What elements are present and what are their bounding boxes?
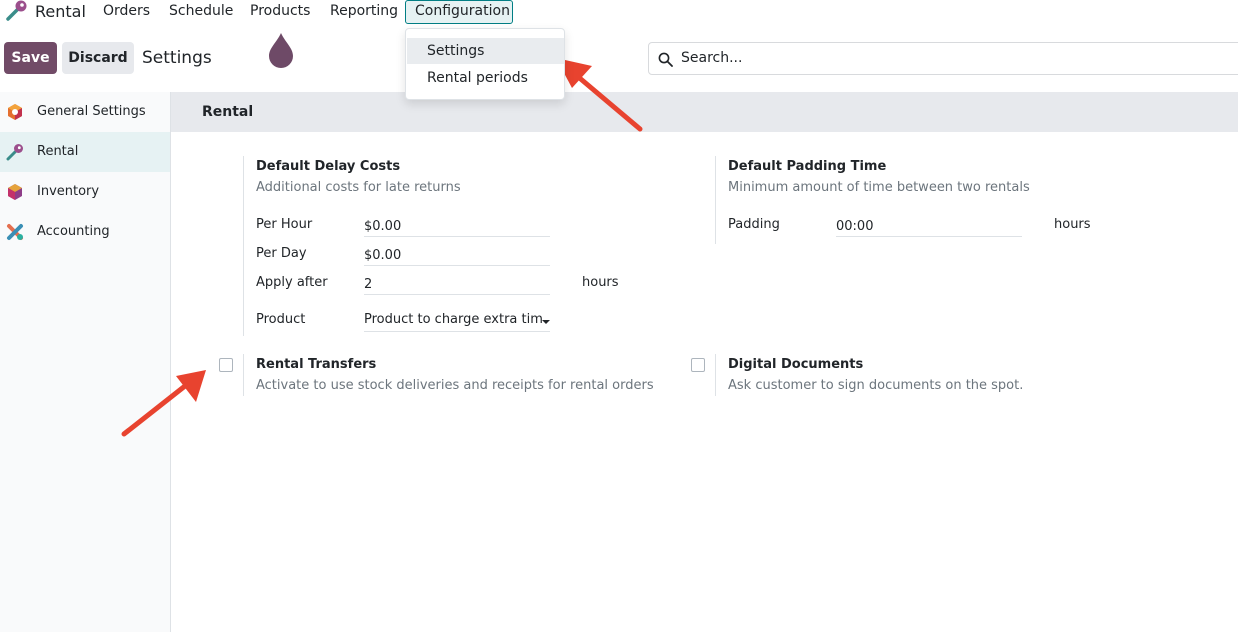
sidebar-item-accounting[interactable]: Accounting	[0, 212, 170, 252]
menu-configuration[interactable]: Configuration	[405, 0, 513, 24]
apply-after-field[interactable]	[364, 273, 550, 295]
menu-products[interactable]: Products	[250, 3, 310, 19]
digital-documents-title: Digital Documents	[728, 357, 864, 372]
padding-unit: hours	[1054, 217, 1091, 232]
rental-transfers-checkbox[interactable]	[219, 358, 233, 372]
product-label: Product	[256, 312, 306, 327]
section-header: Rental	[171, 92, 1238, 132]
rental-key-icon	[6, 144, 23, 161]
rental-transfers-title: Rental Transfers	[256, 357, 377, 372]
dropdown-item-settings[interactable]: Settings	[407, 38, 564, 64]
search-bar[interactable]	[648, 42, 1238, 75]
per-hour-field[interactable]	[364, 215, 550, 237]
sidebar-item-label: General Settings	[37, 104, 146, 119]
per-day-label: Per Day	[256, 246, 307, 261]
app-name[interactable]: Rental	[35, 2, 86, 21]
per-day-field[interactable]	[364, 244, 550, 266]
divider	[715, 354, 716, 396]
rental-key-icon[interactable]	[4, 0, 28, 22]
product-select[interactable]: Product to charge extra tim	[364, 310, 550, 332]
sidebar-item-label: Accounting	[37, 224, 110, 239]
digital-documents-description: Ask customer to sign documents on the sp…	[728, 378, 1024, 393]
sidebar-item-general-settings[interactable]: General Settings	[0, 92, 170, 132]
sidebar-item-rental[interactable]: Rental	[0, 132, 170, 172]
padding-label: Padding	[728, 217, 780, 232]
sidebar-item-label: Inventory	[37, 184, 100, 199]
sidebar-item-inventory[interactable]: Inventory	[0, 172, 170, 212]
save-button[interactable]: Save	[4, 42, 57, 74]
discard-button[interactable]: Discard	[62, 42, 134, 74]
chevron-down-icon	[542, 320, 550, 324]
delay-costs-description: Additional costs for late returns	[256, 180, 461, 195]
apply-after-unit: hours	[582, 275, 619, 290]
settings-sidebar: General Settings Rental Inventory Accoun…	[0, 92, 171, 632]
divider	[715, 156, 716, 244]
digital-documents-checkbox[interactable]	[691, 358, 705, 372]
section-title: Rental	[202, 104, 254, 120]
search-icon	[658, 52, 673, 67]
padding-field[interactable]	[836, 215, 1022, 237]
search-input[interactable]	[681, 50, 1081, 66]
menu-schedule[interactable]: Schedule	[169, 3, 233, 19]
odoo-drop-icon	[269, 33, 293, 68]
per-hour-label: Per Hour	[256, 217, 313, 232]
menu-orders[interactable]: Orders	[103, 3, 150, 19]
delay-costs-title: Default Delay Costs	[256, 159, 401, 174]
divider	[243, 354, 244, 396]
sidebar-item-label: Rental	[37, 144, 79, 159]
odoo-settings-icon	[8, 104, 22, 120]
padding-time-description: Minimum amount of time between two renta…	[728, 180, 1030, 195]
apply-after-label: Apply after	[256, 275, 328, 290]
top-navbar: Rental Orders Schedule Products Reportin…	[0, 0, 1238, 24]
page-title: Settings	[142, 48, 212, 68]
rental-transfers-description: Activate to use stock deliveries and rec…	[256, 378, 654, 393]
configuration-dropdown: Settings Rental periods	[405, 28, 565, 100]
divider	[243, 156, 244, 336]
product-select-value: Product to charge extra tim	[364, 312, 543, 327]
menu-reporting[interactable]: Reporting	[330, 3, 398, 19]
accounting-icon	[7, 224, 23, 240]
padding-time-title: Default Padding Time	[728, 159, 887, 174]
inventory-box-icon	[8, 184, 22, 200]
dropdown-item-rental-periods[interactable]: Rental periods	[407, 65, 564, 91]
